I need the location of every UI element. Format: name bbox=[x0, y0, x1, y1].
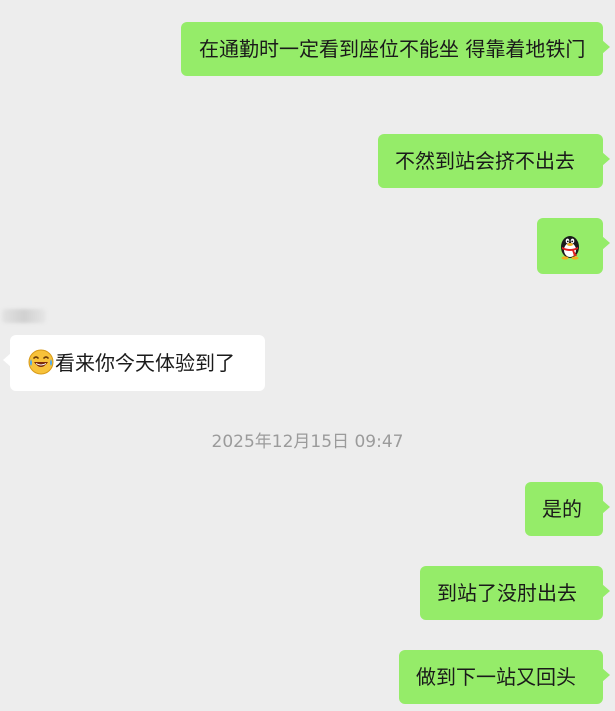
message-bubble-outgoing[interactable]: 是的 bbox=[525, 482, 610, 536]
message-bubble-outgoing-sticker[interactable] bbox=[537, 218, 610, 274]
message-text: 做到下一站又回头 bbox=[416, 665, 576, 689]
message-bubble-outgoing[interactable]: 不然到站会挤不出去 bbox=[378, 134, 610, 188]
laughing-crying-emoji-icon bbox=[28, 349, 54, 375]
chat-window: 在通勤时一定看到座位不能坐 得靠着地铁门 不然到站会挤不出去 看来你今天体验到了… bbox=[0, 0, 615, 711]
message-bubble-outgoing[interactable]: 到站了没肘出去 bbox=[420, 566, 610, 620]
message-text: 看来你今天体验到了 bbox=[55, 351, 235, 375]
message-bubble-outgoing[interactable]: 做到下一站又回头 bbox=[399, 650, 610, 704]
message-text: 在通勤时一定看到座位不能坐 得靠着地铁门 bbox=[199, 37, 586, 61]
qq-penguin-icon bbox=[561, 236, 579, 260]
message-text: 是的 bbox=[542, 497, 582, 521]
timestamp: 2025年12月15日 09:47 bbox=[211, 432, 404, 452]
message-text: 不然到站会挤不出去 bbox=[395, 149, 575, 173]
sender-name-blurred bbox=[2, 309, 46, 323]
message-bubble-outgoing[interactable]: 在通勤时一定看到座位不能坐 得靠着地铁门 bbox=[181, 22, 610, 76]
message-bubble-incoming[interactable]: 看来你今天体验到了 bbox=[3, 335, 265, 391]
message-text: 到站了没肘出去 bbox=[437, 581, 577, 605]
